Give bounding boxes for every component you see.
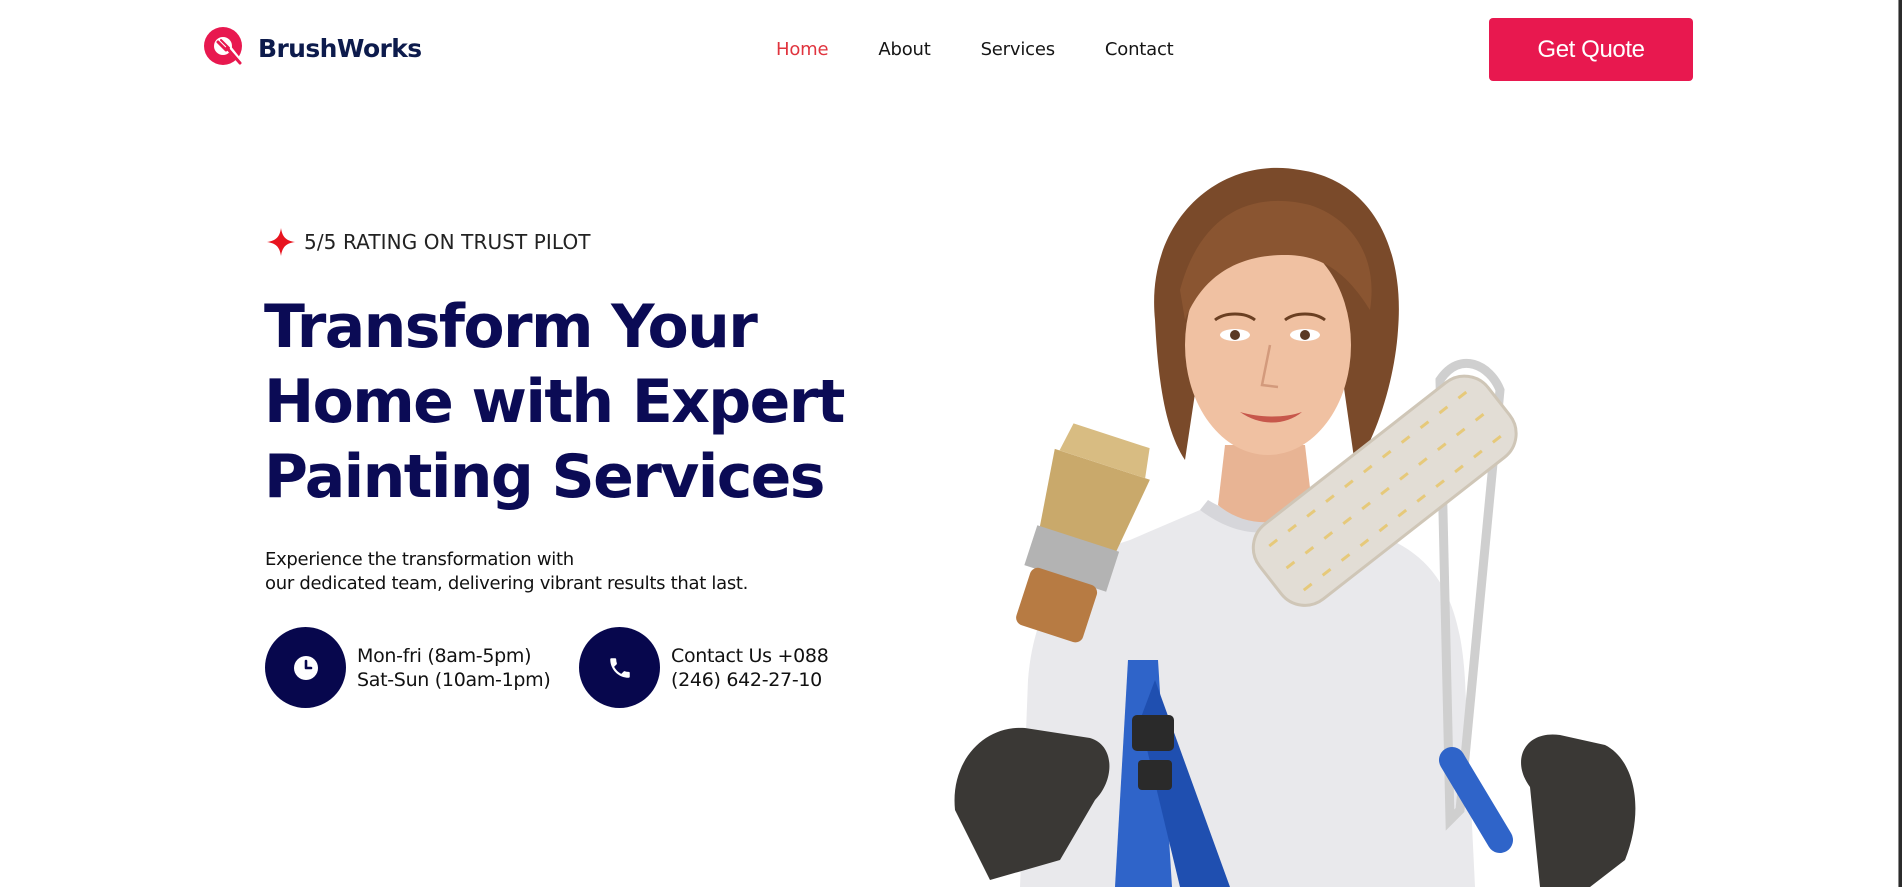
brand-name: BrushWorks — [258, 33, 422, 63]
rating-badge: 5/5 RATING ON TRUST PILOT — [266, 227, 591, 257]
hero-description-line-1: Experience the transformation with — [265, 549, 574, 570]
brand-logo[interactable]: BrushWorks — [203, 26, 422, 70]
phone-icon — [609, 657, 630, 678]
rating-text: 5/5 RATING ON TRUST PILOT — [304, 230, 591, 254]
contact-text: Contact Us +088 (246) 642-27-10 — [671, 644, 829, 692]
nav-about[interactable]: About — [878, 37, 930, 63]
hero-title-line-3: Painting Services — [264, 442, 825, 512]
working-hours: Mon-fri (8am-5pm) Sat-Sun (10am-1pm) — [265, 627, 551, 708]
clock-icon — [293, 655, 318, 680]
nav-home[interactable]: Home — [776, 37, 829, 63]
contact-phone-number[interactable]: (246) 642-27-10 — [671, 668, 829, 692]
hero-description-line-2: our dedicated team, delivering vibrant r… — [265, 573, 749, 594]
contact-info[interactable]: Contact Us +088 (246) 642-27-10 — [579, 627, 829, 708]
hours-weekend: Sat-Sun (10am-1pm) — [357, 668, 551, 691]
hero-title-line-1: Transform Your — [264, 292, 758, 362]
nav-contact[interactable]: Contact — [1105, 37, 1174, 63]
hero-description: Experience the transformation with our d… — [265, 548, 748, 596]
hours-icon-circle — [265, 627, 346, 708]
landing-page: BrushWorks Home About Services Contact G… — [0, 0, 1902, 887]
hours-weekdays: Mon-fri (8am-5pm) — [357, 644, 532, 667]
contact-line-1: Contact Us +088 — [671, 644, 829, 667]
phone-icon-circle[interactable] — [579, 627, 660, 708]
hero-painter-image — [954, 167, 1636, 887]
main-nav: Home About Services Contact — [776, 37, 1224, 63]
hero-title: Transform Your Home with Expert Painting… — [264, 290, 904, 515]
brushworks-logo-icon — [204, 27, 245, 66]
hero-title-line-2: Home with Expert — [264, 367, 845, 437]
sparkle-star-icon — [267, 228, 295, 256]
get-quote-button[interactable]: Get Quote — [1489, 18, 1693, 81]
hours-text: Mon-fri (8am-5pm) Sat-Sun (10am-1pm) — [357, 644, 551, 692]
nav-services[interactable]: Services — [981, 37, 1056, 63]
